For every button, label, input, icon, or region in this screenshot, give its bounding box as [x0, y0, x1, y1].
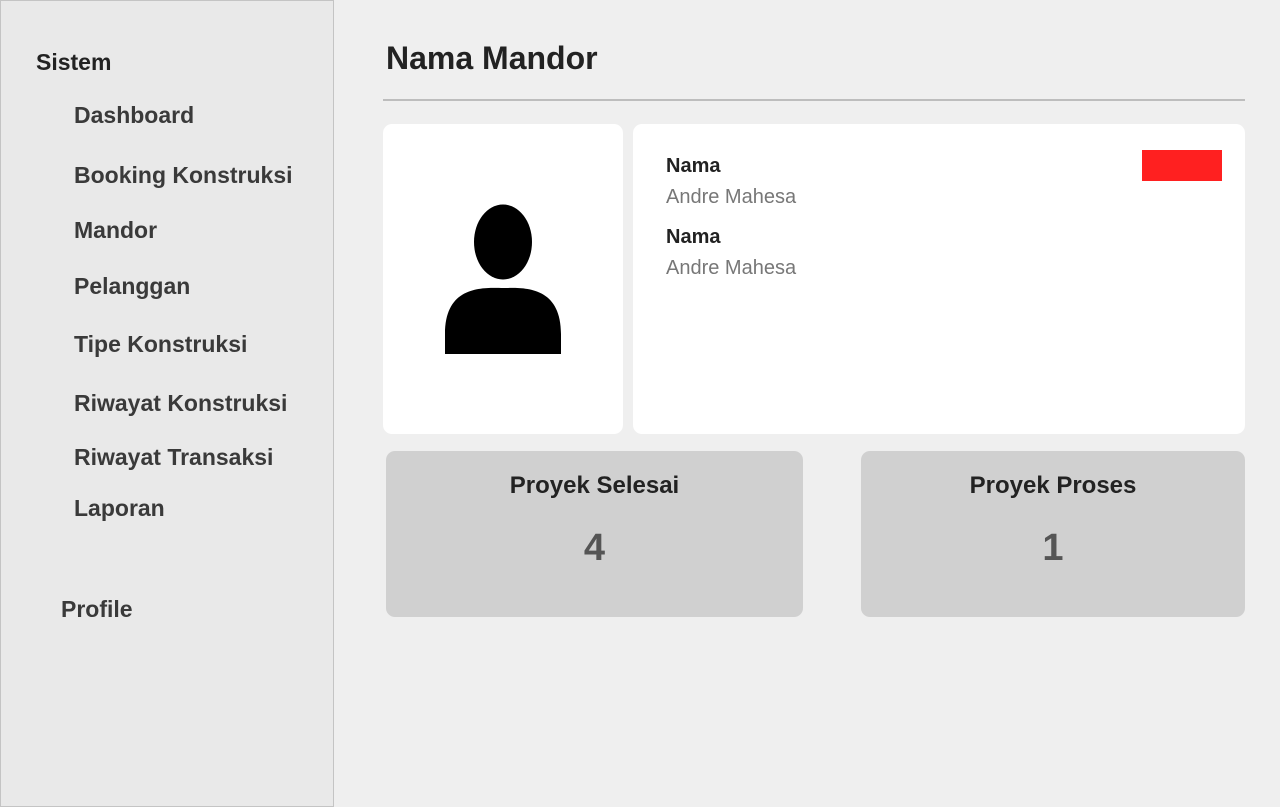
- sidebar-item-tipe-konstruksi[interactable]: Tipe Konstruksi: [74, 331, 247, 358]
- page-title: Nama Mandor: [386, 40, 598, 76]
- field-label-nama-2: Nama: [666, 226, 721, 248]
- stat-card-proyek-selesai: Proyek Selesai 4: [386, 451, 803, 617]
- stat-label-proyek-proses: Proyek Proses: [969, 472, 1137, 499]
- sidebar-item-riwayat-transaksi[interactable]: Riwayat Transaksi: [74, 444, 273, 471]
- stat-value-proyek-proses: 1: [1042, 527, 1064, 569]
- stat-card-proyek-proses: Proyek Proses 1: [861, 451, 1245, 617]
- title-divider: [383, 99, 1245, 101]
- sidebar-item-mandor[interactable]: Mandor: [74, 217, 157, 244]
- sidebar: Sistem Dashboard Booking Konstruksi Mand…: [0, 0, 334, 807]
- sidebar-item-riwayat-konstruksi[interactable]: Riwayat Konstruksi: [74, 390, 287, 417]
- sidebar-profile-link[interactable]: Profile: [61, 596, 133, 623]
- field-value-nama-2: Andre Mahesa: [666, 257, 797, 279]
- user-silhouette-icon: [445, 204, 561, 354]
- info-card: Nama Andre Mahesa Nama Andre Mahesa: [633, 124, 1245, 434]
- stat-value-proyek-selesai: 4: [583, 527, 606, 569]
- field-label-nama: Nama: [666, 155, 721, 177]
- photo-card: [383, 124, 623, 434]
- field-value-nama: Andre Mahesa: [666, 186, 797, 208]
- sidebar-item-dashboard[interactable]: Dashboard: [74, 102, 194, 129]
- stat-label-proyek-selesai: Proyek Selesai: [509, 472, 680, 499]
- sidebar-section-title: Sistem: [36, 49, 112, 75]
- sidebar-item-laporan[interactable]: Laporan: [74, 495, 165, 522]
- sidebar-item-booking-konstruksi[interactable]: Booking Konstruksi: [74, 162, 293, 189]
- action-button[interactable]: [1142, 150, 1222, 181]
- sidebar-item-pelanggan[interactable]: Pelanggan: [74, 273, 190, 300]
